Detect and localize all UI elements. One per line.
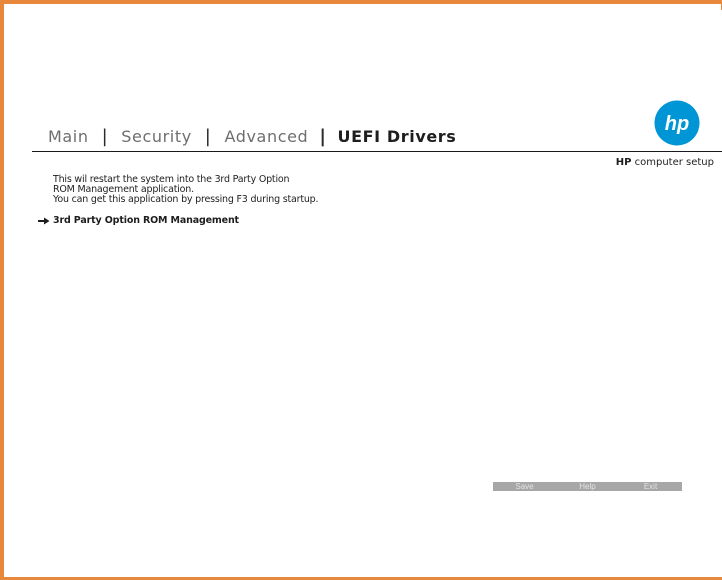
arrow-right-icon bbox=[38, 217, 50, 224]
menu-item-3rd-party-option-rom[interactable]: 3rd Party Option ROM Management bbox=[38, 215, 239, 226]
exit-button[interactable]: Exit bbox=[619, 482, 682, 491]
header-divider bbox=[32, 151, 722, 152]
help-description: This wil restart the system into the 3rd… bbox=[53, 175, 319, 205]
hp-logo-icon: hp bbox=[654, 100, 700, 146]
description-line: You can get this application by pressing… bbox=[53, 194, 319, 205]
menu-item-label: 3rd Party Option ROM Management bbox=[53, 215, 239, 226]
footer-button-bar: Save Help Exit bbox=[493, 482, 682, 491]
brand-caption: HP computer setup bbox=[616, 157, 714, 168]
help-button[interactable]: Help bbox=[556, 482, 619, 491]
tab-separator: | bbox=[319, 125, 327, 147]
brand-subtitle: computer setup bbox=[631, 157, 714, 168]
tab-security[interactable]: Security bbox=[121, 127, 192, 146]
tab-separator: | bbox=[101, 125, 109, 147]
save-button[interactable]: Save bbox=[493, 482, 556, 491]
tab-uefi-drivers[interactable]: UEFI Drivers bbox=[338, 127, 457, 146]
tab-bar: Main | Security | Advanced | UEFI Driver… bbox=[48, 124, 456, 148]
tab-separator: | bbox=[204, 125, 212, 147]
hp-logo-text: hp bbox=[665, 113, 689, 135]
tab-advanced[interactable]: Advanced bbox=[224, 127, 308, 146]
brand-name: HP bbox=[615, 157, 632, 168]
tab-main[interactable]: Main bbox=[48, 127, 89, 146]
window-frame bbox=[0, 0, 722, 580]
